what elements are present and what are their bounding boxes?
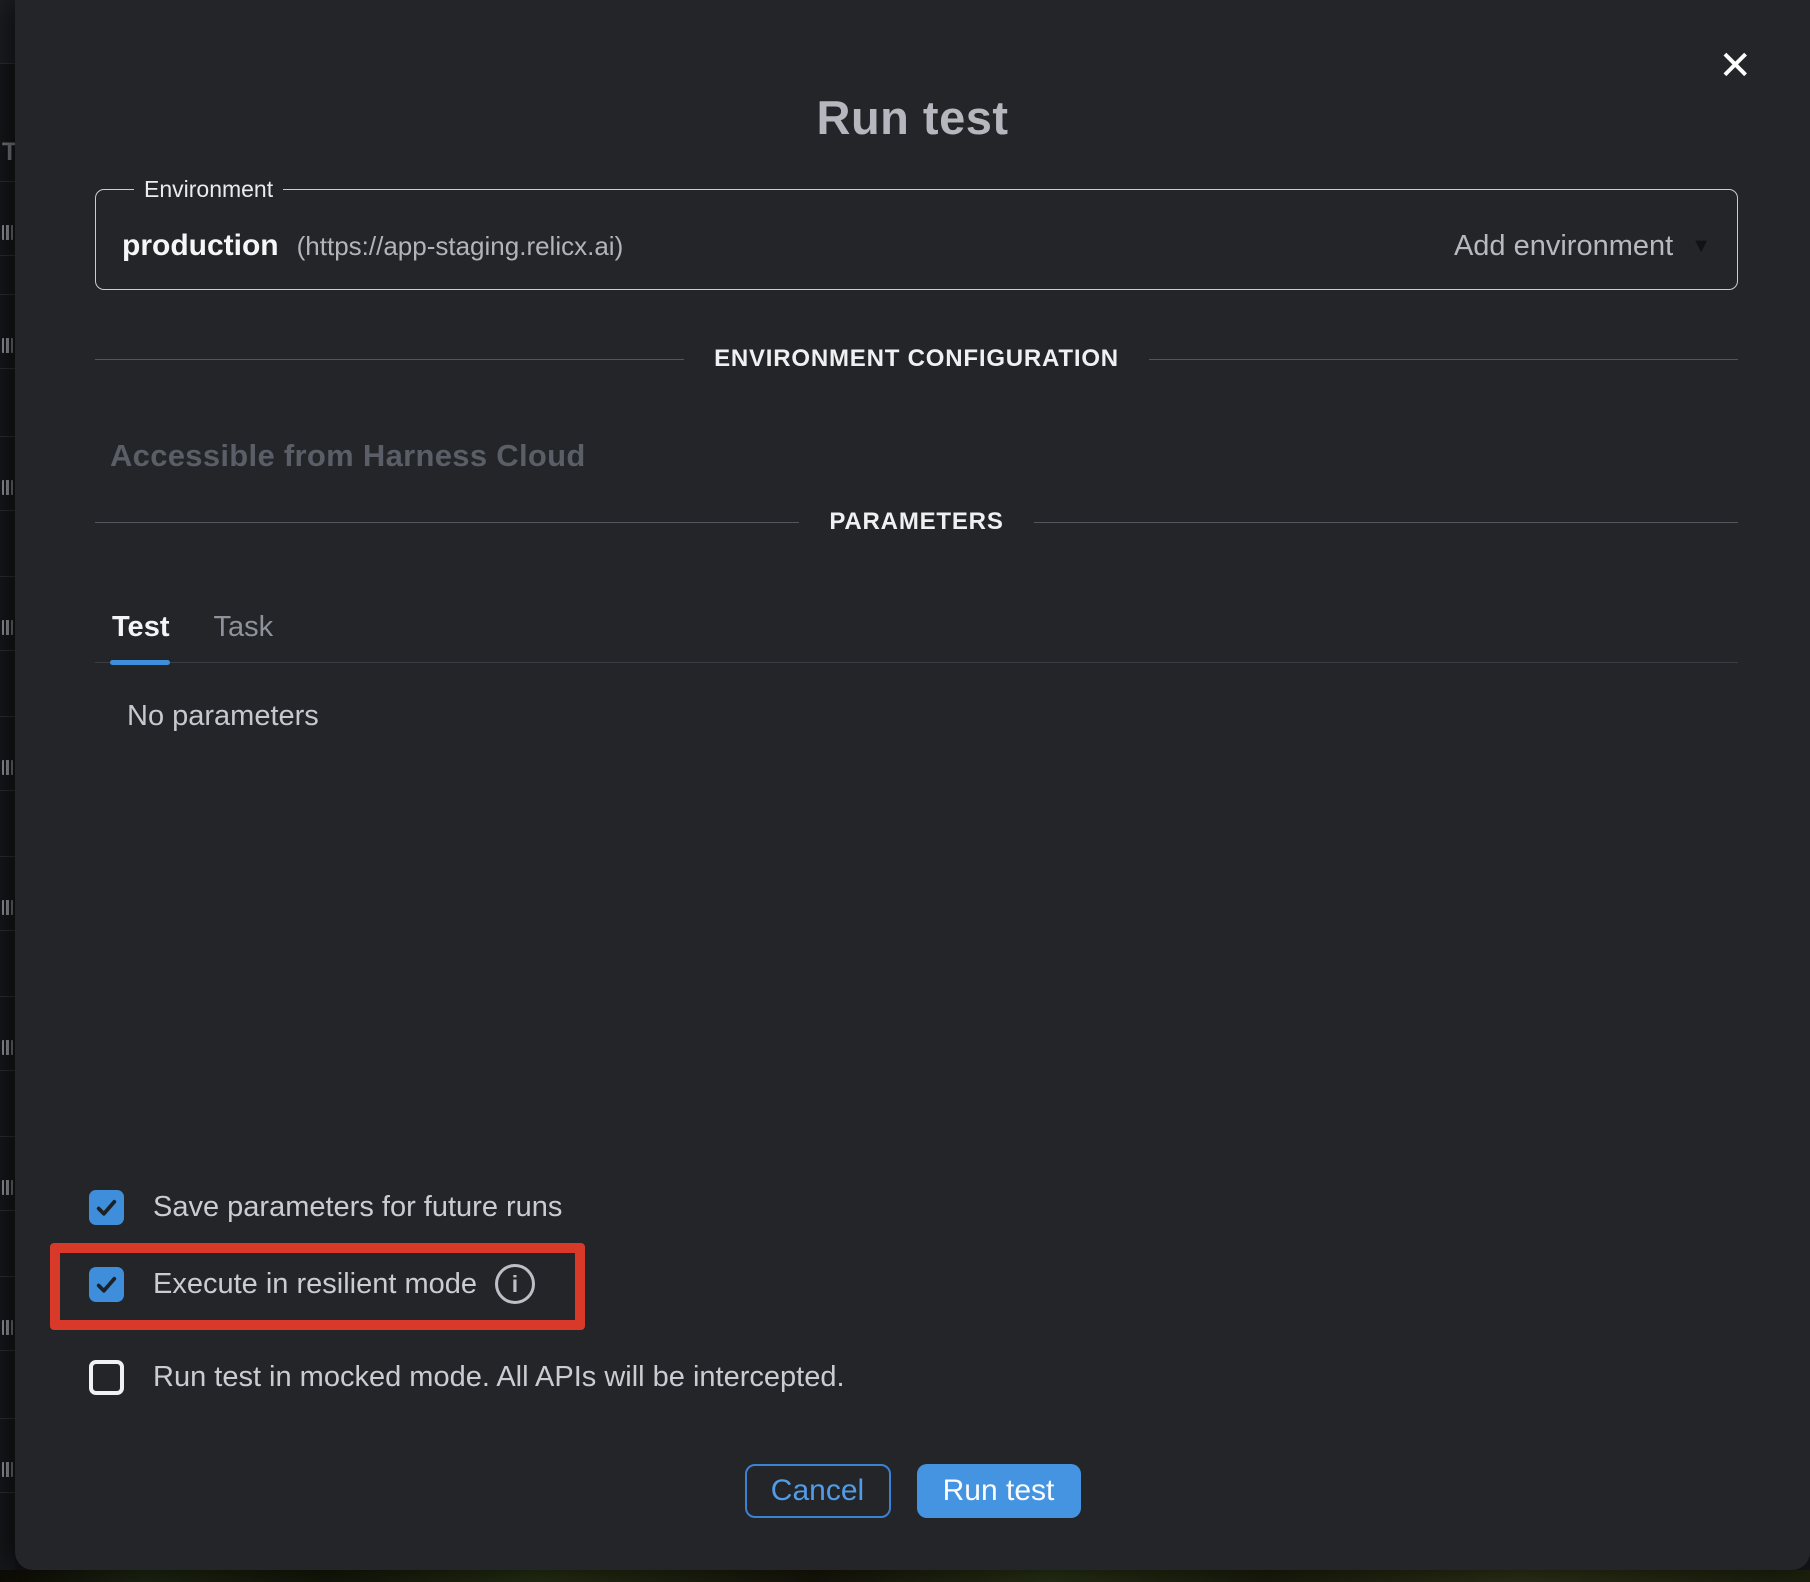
background-divider-line — [0, 1418, 15, 1419]
background-row-fragment — [2, 1320, 13, 1335]
background-divider-line — [0, 576, 15, 577]
chevron-down-icon: ▼ — [1691, 236, 1711, 256]
option-mocked-mode-label[interactable]: Run test in mocked mode. All APIs will b… — [153, 1361, 845, 1394]
environment-name: production — [122, 229, 279, 263]
tab-task[interactable]: Task — [213, 611, 273, 644]
background-divider-line — [0, 1070, 15, 1071]
cancel-button[interactable]: Cancel — [745, 1464, 891, 1518]
background-row-fragment — [2, 1462, 13, 1477]
no-parameters-message: No parameters — [127, 700, 319, 733]
background-divider-line — [0, 1210, 15, 1211]
close-icon[interactable]: ✕ — [1718, 46, 1752, 86]
option-resilient-mode-label[interactable]: Execute in resilient mode — [153, 1268, 477, 1301]
background-divider-line — [0, 63, 15, 64]
background-row-fragment — [2, 900, 13, 915]
checkbox-save-parameters[interactable] — [89, 1190, 124, 1225]
background-divider-line — [0, 856, 15, 857]
background-row-fragment — [2, 1180, 13, 1195]
background-divider-line — [0, 510, 15, 511]
background-row-fragment — [2, 225, 13, 240]
checkbox-mocked-mode[interactable] — [89, 1360, 124, 1395]
option-mocked-mode[interactable]: Run test in mocked mode. All APIs will b… — [89, 1356, 845, 1398]
background-divider-line — [0, 716, 15, 717]
background-row-fragment — [2, 1040, 13, 1055]
option-save-parameters-label[interactable]: Save parameters for future runs — [153, 1191, 562, 1224]
background-page-sliver: T — [0, 0, 15, 1570]
option-save-parameters[interactable]: Save parameters for future runs — [89, 1186, 562, 1228]
background-divider-line — [0, 294, 15, 295]
environment-field-label: Environment — [134, 176, 283, 203]
environment-field[interactable]: Environment production (https://app-stag… — [95, 176, 1738, 290]
background-divider-line — [0, 1492, 15, 1493]
background-divider-line — [0, 436, 15, 437]
background-divider-line — [0, 996, 15, 997]
dialog-actions: Cancel Run test — [15, 1464, 1810, 1518]
background-divider-line — [0, 1136, 15, 1137]
environment-url: (https://app-staging.relicx.ai) — [297, 231, 624, 262]
background-photo-strip — [0, 1570, 1810, 1582]
harness-cloud-note: Accessible from Harness Cloud — [110, 438, 586, 474]
background-divider-line — [0, 650, 15, 651]
background-divider-line — [0, 1276, 15, 1277]
option-resilient-mode[interactable]: Execute in resilient mode i — [89, 1263, 535, 1305]
background-divider-line — [0, 930, 15, 931]
info-icon[interactable]: i — [495, 1264, 535, 1304]
selected-environment: production (https://app-staging.relicx.a… — [122, 229, 623, 263]
tab-test[interactable]: Test — [112, 611, 169, 644]
run-test-button[interactable]: Run test — [917, 1464, 1081, 1518]
environment-configuration-title: ENVIRONMENT CONFIGURATION — [714, 345, 1119, 373]
active-tab-indicator — [110, 660, 170, 665]
check-icon — [94, 1195, 119, 1220]
add-environment-label: Add environment — [1454, 230, 1673, 263]
add-environment-button[interactable]: Add environment ▼ — [1454, 230, 1711, 263]
environment-configuration-divider: ENVIRONMENT CONFIGURATION — [95, 344, 1738, 374]
background-header-fragment — [0, 0, 15, 63]
background-row-fragment — [2, 338, 13, 353]
background-divider-line — [0, 368, 15, 369]
check-icon — [94, 1272, 119, 1297]
background-divider-line — [0, 255, 15, 256]
run-test-dialog: ✕ Run test Environment production (https… — [15, 0, 1810, 1570]
checkbox-resilient-mode[interactable] — [89, 1267, 124, 1302]
parameters-title: PARAMETERS — [829, 508, 1003, 536]
background-row-fragment — [2, 480, 13, 495]
background-divider-line — [0, 1350, 15, 1351]
background-row-fragment — [2, 760, 13, 775]
parameters-tabs: Test Task — [95, 592, 1738, 663]
background-row-fragment — [2, 620, 13, 635]
dialog-title: Run test — [15, 90, 1810, 145]
parameters-divider: PARAMETERS — [95, 507, 1738, 537]
background-divider-line — [0, 790, 15, 791]
background-divider-line — [0, 181, 15, 182]
